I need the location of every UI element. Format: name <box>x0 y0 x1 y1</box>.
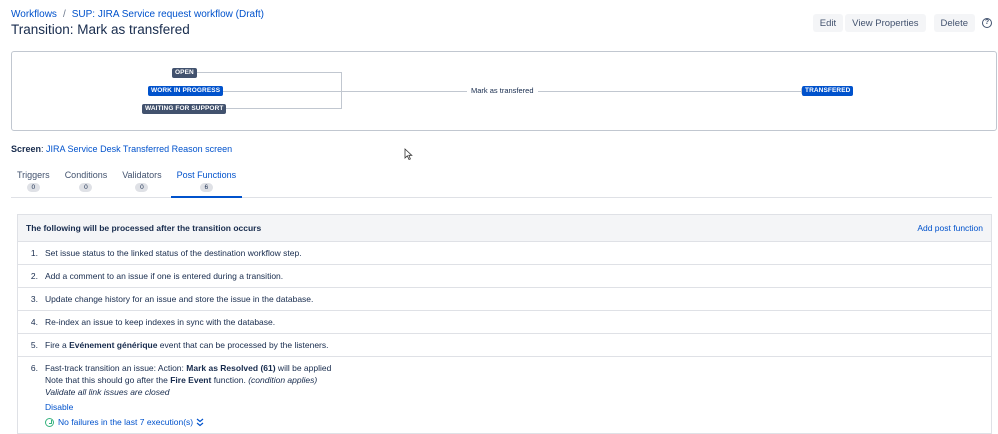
check-circle-icon <box>45 417 54 427</box>
condition-line: Validate all link issues are closed <box>45 386 991 398</box>
connector-line-waiting <box>217 108 342 109</box>
status-open: OPEN <box>172 68 197 78</box>
text-segment: function. <box>211 375 249 385</box>
tab-validators[interactable]: Validators 0 <box>116 170 167 197</box>
row-number: 4. <box>30 317 38 327</box>
post-function-text: Fire a Evénement générique event that ca… <box>45 339 991 351</box>
note-line: Note that this should go after the Fire … <box>45 374 991 386</box>
delete-button[interactable]: Delete <box>933 14 975 32</box>
tab-label: Validators <box>122 170 162 180</box>
edit-button[interactable]: Edit <box>812 14 844 32</box>
screen-link[interactable]: JIRA Service Desk Transferred Reason scr… <box>46 144 232 154</box>
breadcrumb-workflow-link[interactable]: SUP: JIRA Service request workflow (Draf… <box>72 9 264 20</box>
text-segment: Fire a <box>45 340 70 350</box>
post-function-text: Re-index an issue to keep indexes in syn… <box>45 317 276 327</box>
double-chevron-down-icon[interactable] <box>196 418 204 427</box>
tab-triggers[interactable]: Triggers 0 <box>11 170 56 197</box>
post-function-text: Update change history for an issue and s… <box>45 294 314 304</box>
breadcrumb: Workflows / SUP: JIRA Service request work… <box>11 9 264 20</box>
transition-label: Mark as transfered <box>467 86 538 95</box>
row-number: 1. <box>30 248 38 258</box>
tab-label: Post Functions <box>176 170 237 180</box>
status-work-in-progress: WORK IN PROGRESS <box>148 86 224 96</box>
disable-link[interactable]: Disable <box>45 402 73 412</box>
page-title: Transition: Mark as transfered <box>11 22 190 37</box>
fast-track-line: Fast-track transition an issue: Action: … <box>45 362 991 374</box>
post-function-text: Fast-track transition an issue: Action: … <box>45 362 991 428</box>
tab-label: Conditions <box>64 170 108 180</box>
text-segment: event that can be processed by the liste… <box>157 340 329 350</box>
screen-info: Screen: JIRA Service Desk Transferred Re… <box>11 144 233 154</box>
post-function-text: Add a comment to an issue if one is ente… <box>45 271 284 281</box>
text-segment: Note that this should go after the <box>45 375 171 385</box>
tab-conditions[interactable]: Conditions 0 <box>59 170 114 197</box>
tab-label: Triggers <box>17 170 50 180</box>
transition-diagram: OPEN WORK IN PROGRESS WAITING FOR SUPPOR… <box>11 51 997 131</box>
screen-label: Screen <box>11 144 42 154</box>
tab-count-badge: 0 <box>135 183 149 192</box>
view-properties-button[interactable]: View Properties <box>845 14 926 32</box>
row-number: 5. <box>30 340 38 350</box>
post-function-row: 2. Add a comment to an issue if one is e… <box>18 265 991 288</box>
tab-count-badge: 0 <box>79 183 93 192</box>
question-circle-icon[interactable]: ? <box>982 18 992 28</box>
post-function-row: 3. Update change history for an issue an… <box>18 288 991 311</box>
condition-note: (condition applies) <box>248 375 318 385</box>
post-function-text: Set issue status to the linked status of… <box>45 248 302 258</box>
mouse-cursor-icon <box>404 148 413 161</box>
text-segment: Fast-track transition an issue: Action: <box>45 363 187 373</box>
add-post-function-link[interactable]: Add post function <box>917 223 983 233</box>
post-function-row: 4. Re-index an issue to keep indexes in … <box>18 311 991 334</box>
status-waiting-for-support: WAITING FOR SUPPORT <box>142 104 227 114</box>
breadcrumb-separator: / <box>62 9 66 20</box>
event-name: Evénement générique <box>69 340 158 350</box>
row-number: 3. <box>30 294 38 304</box>
transition-tabs: Triggers 0 Conditions 0 Validators 0 Pos… <box>11 170 992 198</box>
post-functions-title: The following will be processed after th… <box>26 223 262 233</box>
post-function-row: 1. Set issue status to the linked status… <box>18 242 991 265</box>
tab-count-badge: 6 <box>199 183 213 192</box>
fire-event-name: Fire Event <box>170 375 212 385</box>
post-functions-table: The following will be processed after th… <box>17 214 992 434</box>
action-name: Mark as Resolved (61) <box>186 363 276 373</box>
tab-count-badge: 0 <box>26 183 40 192</box>
tab-post-functions[interactable]: Post Functions 6 <box>170 170 243 198</box>
post-function-row: 6. Fast-track transition an issue: Actio… <box>18 357 991 433</box>
text-segment: will be applied <box>275 363 332 373</box>
row-number: 2. <box>30 271 38 281</box>
breadcrumb-workflows-link[interactable]: Workflows <box>11 9 57 20</box>
connector-line-open <box>197 72 342 73</box>
post-functions-header: The following will be processed after th… <box>18 215 991 242</box>
condition-text: Validate all link issues are closed <box>45 387 170 397</box>
row-number: 6. <box>30 363 38 373</box>
status-transfered: TRANSFERED <box>802 86 854 96</box>
toolbar: Edit View Properties Delete ? <box>811 14 992 32</box>
post-function-row: 5. Fire a Evénement générique event that… <box>18 334 991 357</box>
